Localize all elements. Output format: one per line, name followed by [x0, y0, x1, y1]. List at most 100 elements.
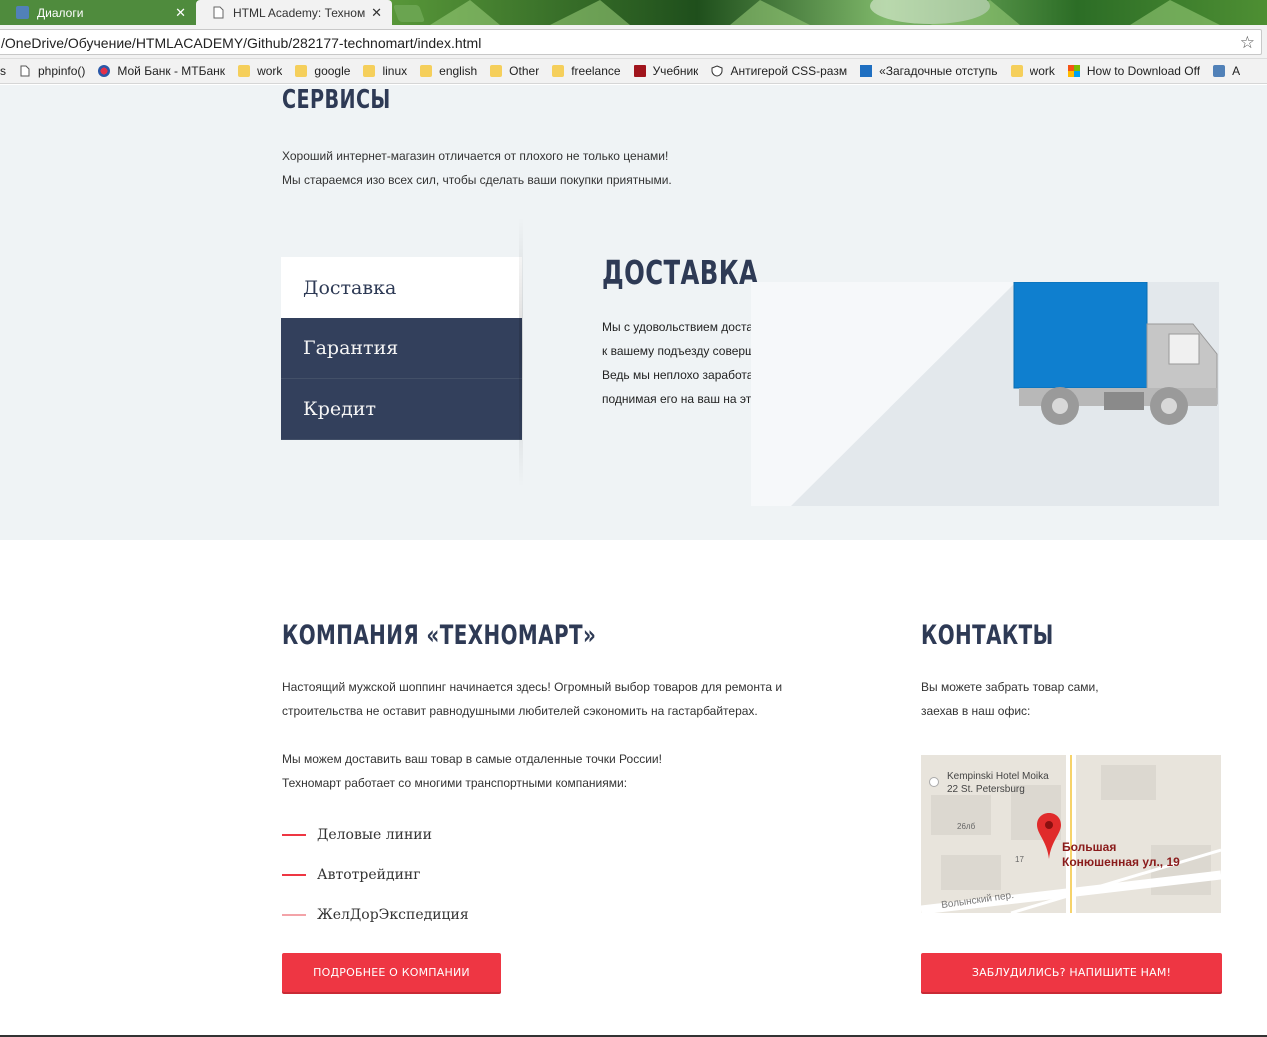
- folder-icon: [490, 65, 503, 77]
- text-line: Техномарт работает со многими транспортн…: [282, 776, 628, 790]
- bookmark-item[interactable]: s: [0, 64, 6, 78]
- tab-strip-background: [430, 0, 1220, 25]
- tab-html-academy[interactable]: HTML Academy: Техном ✕: [196, 0, 392, 25]
- map-pin-icon: [1037, 813, 1061, 859]
- bookmark-item[interactable]: A: [1213, 64, 1240, 78]
- dash-icon: [282, 874, 306, 876]
- map-label-building: 17: [1015, 855, 1024, 864]
- bookmark-item[interactable]: Антигерой CSS-разм: [711, 64, 847, 78]
- partner-name: Автотрейдинг: [317, 867, 421, 883]
- bookmark-item[interactable]: «Загадочные отступь: [860, 64, 998, 78]
- bookmark-label: Учебник: [652, 64, 699, 78]
- text-line: Вы можете забрать товар сами,: [921, 680, 1099, 694]
- map-label-hotel-city: 22 St. Petersburg: [947, 784, 1025, 795]
- services-title: СЕРВИСЫ: [282, 85, 391, 115]
- bookmark-label: english: [439, 64, 478, 78]
- bookmark-folder[interactable]: google: [295, 64, 350, 78]
- bookmark-label: freelance: [571, 64, 621, 78]
- page-icon: [212, 6, 225, 19]
- bookmark-label: phpinfo(): [38, 64, 86, 78]
- close-icon[interactable]: ✕: [175, 5, 186, 21]
- vk-icon: [16, 6, 29, 19]
- tab-title: HTML Academy: Техном: [233, 5, 366, 20]
- text-line: Настоящий мужской шоппинг начинается зде…: [282, 680, 783, 694]
- tab-warranty[interactable]: Гарантия: [281, 318, 522, 379]
- partner-name: ЖелДорЭкспедиция: [317, 907, 469, 923]
- dash-icon: [282, 914, 306, 916]
- list-item: Автотрейдинг: [282, 855, 469, 895]
- bookmark-label: Other: [509, 64, 540, 78]
- vk-icon: [1213, 65, 1226, 77]
- bookmarks-bar: s phpinfo() Мой Банк - МТБанк work googl…: [0, 59, 1267, 84]
- map-address: Большая Конюшенная ул., 19: [1062, 840, 1180, 870]
- bookmark-folder[interactable]: Other: [490, 64, 539, 78]
- folder-icon: [420, 65, 433, 77]
- bookmark-folder[interactable]: freelance: [552, 64, 621, 78]
- address-line: Конюшенная ул., 19: [1062, 855, 1180, 869]
- text-line: заехав в наш офис:: [921, 704, 1031, 718]
- bookmark-label: work: [257, 64, 283, 78]
- delivery-title: ДОСТАВКА: [602, 253, 759, 292]
- bookmark-folder[interactable]: english: [420, 64, 477, 78]
- list-item: ЖелДорЭкспедиция: [282, 895, 469, 935]
- bank-icon: [98, 65, 111, 77]
- hotel-icon: [929, 777, 939, 787]
- truck-illustration: [751, 282, 1219, 506]
- text-line: Мы можем доставить ваш товар в самые отд…: [282, 752, 662, 766]
- star-icon[interactable]: ☆: [1240, 33, 1255, 53]
- folder-icon: [295, 65, 308, 77]
- bookmark-folder[interactable]: work: [238, 64, 282, 78]
- tabs-divider: [519, 217, 523, 487]
- list-item: Деловые линии: [282, 815, 469, 855]
- bookmark-label: google: [314, 64, 351, 78]
- folder-icon: [238, 65, 251, 77]
- new-tab-button[interactable]: [392, 5, 426, 22]
- address-bar: /OneDrive/Обучение/HTMLACADEMY/Github/28…: [0, 25, 1267, 59]
- contacts-title: КОНТАКТЫ: [921, 620, 1054, 651]
- bookmark-item[interactable]: Учебник: [633, 64, 699, 78]
- folder-icon: [552, 65, 565, 77]
- close-icon[interactable]: ✕: [371, 5, 382, 21]
- css-icon: [860, 65, 873, 77]
- bookmark-item[interactable]: Мой Банк - МТБанк: [98, 64, 225, 78]
- map-label-building: 26лб: [957, 822, 976, 831]
- bookmark-label: s: [0, 64, 6, 78]
- bookmark-label: A: [1232, 64, 1241, 78]
- bookmark-label: Мой Банк - МТБанк: [117, 64, 226, 78]
- address-line: Большая: [1062, 840, 1117, 854]
- location-map[interactable]: Kempinski Hotel Moika 22 St. Petersburg …: [921, 755, 1221, 913]
- bookmark-item[interactable]: How to Download Off: [1067, 64, 1200, 78]
- company-delivery-text: Мы можем доставить ваш товар в самые отд…: [282, 747, 662, 795]
- tab-delivery[interactable]: Доставка: [281, 257, 522, 318]
- url-field[interactable]: /OneDrive/Обучение/HTMLACADEMY/Github/28…: [0, 29, 1262, 55]
- bookmark-label: work: [1029, 64, 1055, 78]
- services-tabs: Доставка Гарантия Кредит: [281, 257, 522, 440]
- dash-icon: [282, 834, 306, 836]
- folder-icon: [363, 65, 376, 77]
- bookmark-label: Антигерой CSS-разм: [730, 64, 848, 78]
- map-label-hotel: Kempinski Hotel Moika: [947, 771, 1049, 782]
- text-line: Хороший интернет-магазин отличается от п…: [282, 149, 669, 163]
- partner-name: Деловые линии: [317, 827, 432, 843]
- services-section: СЕРВИСЫ Хороший интернет-магазин отличае…: [0, 85, 1267, 540]
- services-description: Хороший интернет-магазин отличается от п…: [282, 144, 672, 192]
- tab-credit[interactable]: Кредит: [281, 379, 522, 440]
- contact-us-button[interactable]: ЗАБЛУДИЛИСЬ? НАПИШИТЕ НАМ!: [921, 953, 1222, 992]
- bookmark-item[interactable]: phpinfo(): [19, 64, 85, 78]
- windows-icon: [1067, 65, 1080, 77]
- folder-icon: [1010, 65, 1023, 77]
- bookmark-label: «Загадочные отступь: [879, 64, 998, 78]
- tab-title: Диалоги: [37, 5, 84, 20]
- tab-dialogs[interactable]: Диалоги ✕: [0, 0, 196, 25]
- partners-list: Деловые линии Автотрейдинг ЖелДорЭкспеди…: [282, 815, 469, 935]
- text-line: строительства не оставит равнодушными лю…: [282, 704, 758, 718]
- bookmark-folder[interactable]: linux: [363, 64, 407, 78]
- text-line: Мы стараемся изо всех сил, чтобы сделать…: [282, 173, 672, 187]
- browser-tab-strip: Диалоги ✕ HTML Academy: Техном ✕: [0, 0, 1267, 25]
- bookmark-label: linux: [382, 64, 408, 78]
- book-icon: [633, 65, 646, 77]
- bookmark-folder[interactable]: work: [1010, 64, 1055, 78]
- company-title: КОМПАНИЯ «ТЕХНОМАРТ»: [282, 620, 597, 651]
- about-company-button[interactable]: ПОДРОБНЕЕ О КОМПАНИИ: [282, 953, 501, 992]
- shield-icon: [711, 65, 723, 77]
